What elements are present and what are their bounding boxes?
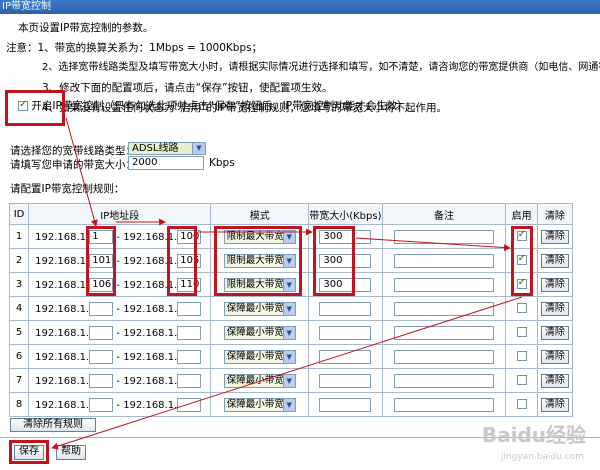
watermark-url: jingyan.baidu.com — [500, 452, 584, 462]
watermark-logo: Baidu经验 — [481, 423, 586, 447]
arrow-bandwidth-to-enabled — [355, 237, 511, 252]
arrow-enabled-to-save — [51, 296, 523, 450]
arrow-enable-to-ip-start — [65, 117, 98, 227]
annotation-arrows — [51, 117, 523, 450]
